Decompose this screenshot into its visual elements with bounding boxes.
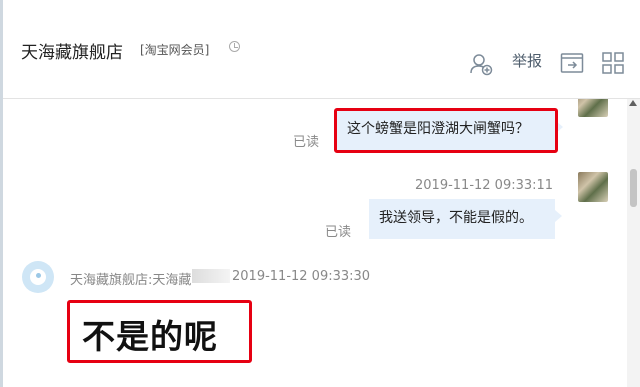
message-text: 我送领导，不能是假的。 <box>379 210 533 226</box>
report-button[interactable]: 举报 <box>512 50 542 71</box>
highlight-box <box>334 108 558 153</box>
message-timestamp: 2019-11-12 09:33:11 <box>415 178 554 193</box>
clock-icon[interactable] <box>229 41 240 52</box>
highlight-box <box>67 300 252 363</box>
apps-grid-icon[interactable] <box>602 52 624 78</box>
blurred-name <box>192 269 230 283</box>
message-bubble[interactable]: 我送领导，不能是假的。 <box>369 199 562 239</box>
scroll-up-arrow-icon[interactable] <box>629 100 637 106</box>
avatar[interactable] <box>578 172 608 202</box>
sender-name: 天海藏旗舰店:天海藏 <box>70 273 192 288</box>
shop-name[interactable]: 天海藏旗舰店 <box>21 38 123 63</box>
scrollbar[interactable] <box>627 99 640 387</box>
file-transfer-icon[interactable] <box>560 52 584 78</box>
message-timestamp: 2019-11-12 09:33:30 <box>232 269 371 284</box>
chat-header: 天海藏旗舰店 [淘宝网会员] 举报 <box>3 0 640 99</box>
member-tag: [淘宝网会员] <box>140 43 210 57</box>
read-status: 已读 <box>293 135 320 150</box>
read-status: 已读 <box>325 225 352 240</box>
avatar[interactable] <box>22 261 54 293</box>
add-contact-icon[interactable] <box>469 52 493 80</box>
scrollbar-thumb[interactable] <box>630 169 637 207</box>
avatar[interactable] <box>578 99 608 117</box>
chat-message-area[interactable]: 已读 这个螃蟹是阳澄湖大闸蟹吗？ 2019-11-12 09:33:11 已读 … <box>3 99 627 387</box>
